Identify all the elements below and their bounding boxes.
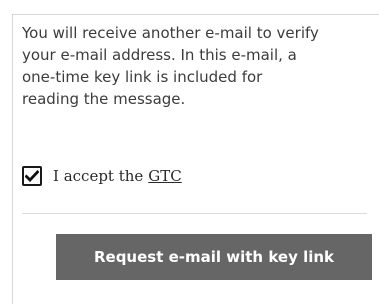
verification-info-text: You will receive another e-mail to verif… bbox=[22, 22, 367, 110]
accept-gtc-row: I accept the GTC bbox=[22, 163, 182, 189]
checkmark-icon bbox=[25, 170, 39, 182]
info-line: your e-mail address. In this e-mail, a bbox=[22, 46, 297, 64]
divider bbox=[22, 213, 367, 214]
gtc-link[interactable]: GTC bbox=[148, 167, 181, 185]
info-line: one-time key link is included for bbox=[22, 68, 263, 86]
accept-gtc-label: I accept the bbox=[53, 167, 144, 185]
info-line: reading the message. bbox=[22, 90, 186, 108]
request-email-key-link-button[interactable]: Request e-mail with key link bbox=[56, 234, 372, 280]
accept-gtc-checkbox[interactable] bbox=[22, 166, 42, 186]
info-line: You will receive another e-mail to verif… bbox=[22, 24, 319, 42]
